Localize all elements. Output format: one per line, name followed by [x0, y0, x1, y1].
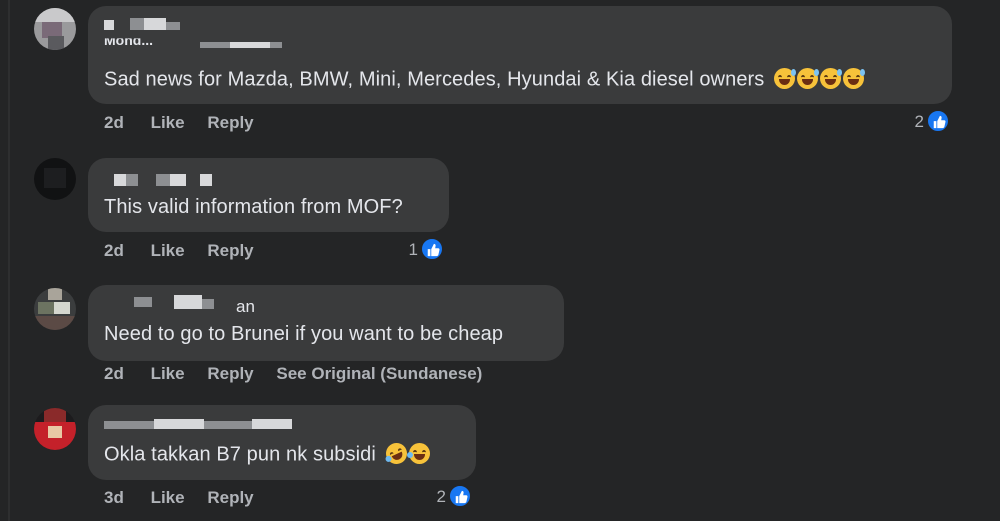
commenter-name[interactable] [104, 16, 504, 32]
like-button[interactable]: Like [151, 364, 185, 383]
reaction-summary[interactable]: 2 [900, 109, 950, 135]
comment-bubble: an Need to go to Brunei if you want to b… [88, 285, 564, 361]
grinning-sweat-emoji [820, 68, 843, 89]
reaction-count: 2 [914, 112, 924, 131]
comment-actions: 3d Like Reply [104, 488, 272, 508]
avatar[interactable] [34, 8, 76, 50]
thumbs-up-icon [448, 484, 472, 508]
tears-of-joy-emoji [406, 443, 430, 464]
like-button[interactable]: Like [151, 241, 185, 260]
like-button[interactable]: Like [151, 488, 185, 507]
grinning-sweat-emoji [774, 68, 797, 89]
comment-timestamp[interactable]: 2d [104, 364, 124, 383]
comment-bubble: This valid information from MOF? [88, 158, 449, 232]
comment-bubble: Okla takkan B7 pun nk subsidi [88, 405, 476, 480]
reaction-summary[interactable]: 2 [422, 484, 472, 510]
grinning-sweat-emoji [797, 68, 820, 89]
reply-button[interactable]: Reply [207, 113, 253, 132]
commenter-subname: Mohd... [104, 38, 504, 54]
comment-timestamp[interactable]: 2d [104, 241, 124, 260]
comment-text-body: Sad news for Mazda, BMW, Mini, Mercedes,… [104, 68, 765, 91]
see-original-link[interactable]: See Original (Sundanese) [276, 364, 482, 383]
comment-text-body: This valid information from MOF? [104, 196, 403, 218]
emoji-group [774, 68, 866, 92]
commenter-name[interactable]: an [104, 295, 504, 316]
grinning-sweat-emoji [843, 68, 866, 89]
avatar[interactable] [34, 288, 76, 330]
avatar[interactable] [34, 158, 76, 200]
comment-bubble: Mohd... Sad news for Mazda, BMW, Mini, M… [88, 6, 952, 104]
reply-button[interactable]: Reply [207, 241, 253, 260]
name-fragment: Mohd... [104, 32, 153, 48]
comment-actions: 2d Like Reply [104, 241, 272, 261]
reaction-count: 1 [408, 240, 418, 259]
thumbs-up-icon [926, 109, 950, 133]
name-fragment: an [236, 297, 255, 316]
emoji-group [382, 439, 432, 468]
reaction-summary[interactable]: 1 [396, 237, 444, 263]
comment-text: Sad news for Mazda, BMW, Mini, Mercedes,… [104, 68, 866, 92]
thumbs-up-icon [420, 237, 444, 261]
comment-text: Okla takkan B7 pun nk subsidi [104, 439, 432, 468]
comment-actions: 2d Like Reply [104, 113, 272, 133]
comment-actions: 2d Like Reply See Original (Sundanese) [104, 364, 500, 384]
comment-timestamp[interactable]: 2d [104, 113, 124, 132]
comment-text-body: Okla takkan B7 pun nk subsidi [104, 443, 376, 466]
reply-button[interactable]: Reply [207, 364, 253, 383]
comment-text-body: Need to go to Brunei if you want to be c… [104, 323, 504, 345]
commenter-name[interactable] [104, 172, 504, 188]
commenter-name[interactable] [104, 417, 504, 433]
avatar[interactable] [34, 408, 76, 450]
comment-timestamp[interactable]: 3d [104, 488, 124, 507]
comment-text: Need to go to Brunei if you want to be c… [104, 323, 503, 346]
reply-button[interactable]: Reply [207, 488, 253, 507]
comment-text: This valid information from MOF? [104, 196, 403, 219]
reaction-count: 2 [436, 487, 446, 506]
thread-line [8, 0, 10, 521]
rolling-laughing-emoji [382, 439, 411, 468]
like-button[interactable]: Like [151, 113, 185, 132]
